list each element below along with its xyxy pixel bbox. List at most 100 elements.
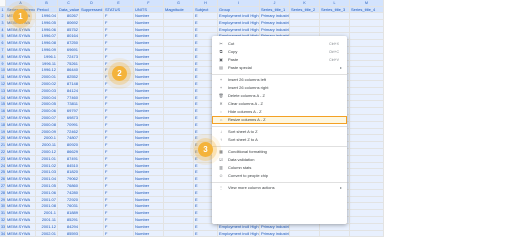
table-cell[interactable] bbox=[320, 26, 350, 34]
table-cell[interactable] bbox=[164, 115, 194, 122]
table-cell[interactable]: Number bbox=[134, 74, 164, 81]
table-cell[interactable] bbox=[164, 142, 194, 149]
menu-item-convert-to-people-chip[interactable]: ☺ Convert to people chip bbox=[212, 172, 347, 180]
table-cell[interactable]: MEIM.SYWA bbox=[6, 53, 36, 61]
table-cell[interactable] bbox=[164, 47, 194, 54]
table-cell[interactable] bbox=[80, 94, 104, 102]
table-cell[interactable]: MEIM.SYWA bbox=[6, 196, 36, 204]
table-cell[interactable]: Number bbox=[134, 176, 164, 183]
table-cell[interactable] bbox=[350, 135, 384, 143]
table-cell[interactable]: Number bbox=[134, 60, 164, 68]
table-cell[interactable]: 1996.08 bbox=[36, 40, 58, 47]
table-cell[interactable]: 86629 bbox=[58, 149, 80, 156]
table-cell[interactable] bbox=[350, 19, 384, 27]
table-cell[interactable] bbox=[164, 121, 194, 129]
table-cell[interactable]: 1996.09 bbox=[36, 47, 58, 54]
table-cell[interactable] bbox=[350, 87, 384, 95]
table-cell[interactable]: E bbox=[194, 13, 218, 20]
table-cell[interactable]: F bbox=[104, 94, 134, 102]
table-cell[interactable]: Number bbox=[134, 26, 164, 34]
table-cell[interactable]: Number bbox=[134, 13, 164, 20]
table-cell[interactable]: 72920 bbox=[58, 196, 80, 204]
table-cell[interactable] bbox=[80, 223, 104, 231]
table-cell[interactable]: 1996.04 bbox=[36, 13, 58, 20]
menu-item-insert-26-columns-left[interactable]: + Insert 26 columns left bbox=[212, 76, 347, 84]
table-cell[interactable] bbox=[80, 87, 104, 95]
table-cell[interactable]: 1996.12 bbox=[36, 67, 58, 75]
menu-item-cut[interactable]: ✂ Cut Ctrl+X bbox=[212, 40, 347, 48]
table-cell[interactable]: Employment incll High level indust Fille… bbox=[218, 223, 260, 231]
table-cell[interactable] bbox=[80, 196, 104, 204]
table-cell[interactable]: 2002.01 bbox=[36, 230, 58, 238]
table-cell[interactable] bbox=[80, 128, 104, 136]
table-cell[interactable]: 84294 bbox=[58, 223, 80, 231]
table-cell[interactable]: MEIM.SYWA bbox=[6, 87, 36, 95]
table-cell[interactable] bbox=[350, 149, 384, 156]
table-cell[interactable]: F bbox=[104, 121, 134, 129]
table-cell[interactable] bbox=[80, 135, 104, 143]
table-cell[interactable]: 2000.12 bbox=[36, 149, 58, 156]
table-cell[interactable]: 2001.1 bbox=[36, 210, 58, 217]
table-cell[interactable] bbox=[350, 176, 384, 183]
table-cell[interactable]: MEIM.SYWA bbox=[6, 40, 36, 47]
table-cell[interactable] bbox=[350, 169, 384, 177]
table-cell[interactable]: MEIM.SYWA bbox=[6, 101, 36, 109]
table-cell[interactable]: F bbox=[104, 183, 134, 190]
table-cell[interactable]: 1996.11 bbox=[36, 60, 58, 68]
table-cell[interactable]: 80692 bbox=[58, 19, 80, 27]
table-cell[interactable]: Number bbox=[134, 94, 164, 102]
column-header-c[interactable]: C bbox=[58, 0, 80, 7]
table-cell[interactable]: 2000.02 bbox=[36, 81, 58, 88]
table-cell[interactable]: 2000.09 bbox=[36, 128, 58, 136]
table-cell[interactable]: 85291 bbox=[58, 217, 80, 224]
table-cell[interactable]: 87148 bbox=[58, 81, 80, 88]
table-cell[interactable] bbox=[350, 60, 384, 68]
column-header-m[interactable]: M bbox=[350, 0, 384, 7]
table-cell[interactable]: Number bbox=[134, 162, 164, 170]
table-cell[interactable]: MEIM.SYWA bbox=[6, 142, 36, 149]
table-cell[interactable]: MEIM.SYWA bbox=[6, 115, 36, 122]
table-cell[interactable]: Number bbox=[134, 101, 164, 109]
table-cell[interactable]: MEIM.SYWA bbox=[6, 155, 36, 163]
table-cell[interactable]: E bbox=[194, 26, 218, 34]
menu-item-resize-columns-a-z[interactable]: ⇔ Resize columns A - Z bbox=[212, 116, 347, 124]
table-cell[interactable] bbox=[164, 13, 194, 20]
table-cell[interactable] bbox=[164, 101, 194, 109]
table-cell[interactable] bbox=[164, 60, 194, 68]
table-cell[interactable]: F bbox=[104, 217, 134, 224]
table-cell[interactable]: F bbox=[104, 149, 134, 156]
table-cell[interactable]: Number bbox=[134, 115, 164, 122]
table-cell[interactable] bbox=[350, 203, 384, 211]
table-cell[interactable]: F bbox=[104, 53, 134, 61]
table-cell[interactable]: Employment incll High level indust Fille… bbox=[218, 26, 260, 34]
table-cell[interactable] bbox=[164, 108, 194, 115]
table-cell[interactable]: Number bbox=[134, 203, 164, 211]
table-cell[interactable] bbox=[350, 121, 384, 129]
table-cell[interactable]: MEIM.SYWA bbox=[6, 128, 36, 136]
column-header-a[interactable]: A bbox=[6, 0, 36, 7]
table-cell[interactable]: Number bbox=[134, 135, 164, 143]
table-cell[interactable]: F bbox=[104, 162, 134, 170]
table-cell[interactable]: Employment incll High level indust Fille… bbox=[218, 230, 260, 238]
table-cell[interactable] bbox=[164, 33, 194, 41]
table-cell[interactable]: MEIM.SYWA bbox=[6, 162, 36, 170]
table-cell[interactable]: Primary industrie Actual bbox=[260, 230, 290, 238]
table-cell[interactable] bbox=[80, 19, 104, 27]
table-cell[interactable] bbox=[350, 101, 384, 109]
table-cell[interactable]: Number bbox=[134, 128, 164, 136]
table-cell[interactable]: Number bbox=[134, 196, 164, 204]
table-cell[interactable]: 85752 bbox=[58, 26, 80, 34]
table-cell[interactable]: Number bbox=[134, 108, 164, 115]
table-cell[interactable]: 84124 bbox=[58, 87, 80, 95]
table-cell[interactable]: F bbox=[104, 81, 134, 88]
table-cell[interactable]: Number bbox=[134, 67, 164, 75]
table-cell[interactable]: Employment incll High level indust Fille… bbox=[218, 19, 260, 27]
table-cell[interactable] bbox=[80, 149, 104, 156]
table-cell[interactable] bbox=[80, 176, 104, 183]
table-cell[interactable]: Number bbox=[134, 53, 164, 61]
table-cell[interactable]: MEIM.SYWA bbox=[6, 210, 36, 217]
table-cell[interactable]: Number bbox=[134, 149, 164, 156]
table-cell[interactable]: 73811 bbox=[58, 101, 80, 109]
table-cell[interactable] bbox=[80, 217, 104, 224]
table-cell[interactable] bbox=[350, 162, 384, 170]
